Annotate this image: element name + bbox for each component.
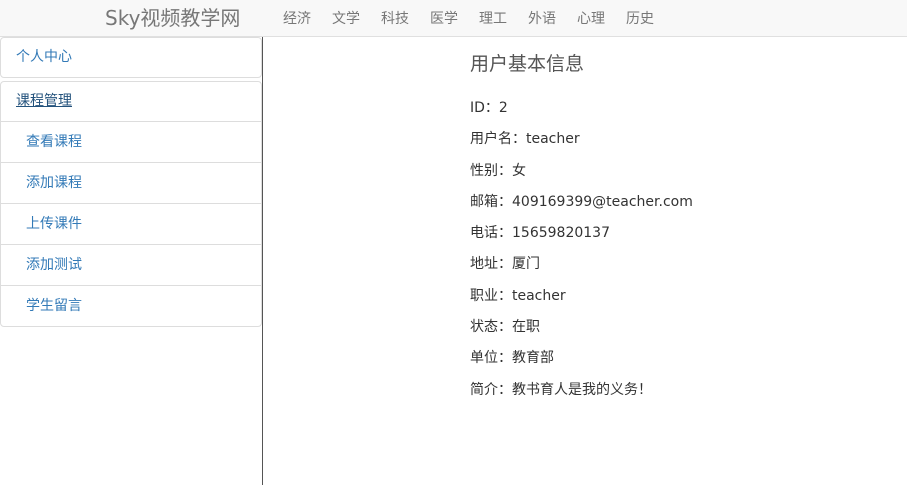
category-nav: 经济 文学 科技 医学 理工 外语 心理 历史 [283, 0, 654, 36]
field-label: 单位： [470, 350, 512, 367]
info-row-organization: 单位：教育部 [470, 347, 693, 378]
field-value: 教书育人是我的义务！ [512, 381, 652, 398]
field-label: 性别： [470, 162, 512, 179]
brand-site-name: 视频教学网 [140, 6, 241, 30]
page-title: 用户基本信息 [470, 53, 585, 75]
nav-link-psychology[interactable]: 心理 [577, 8, 605, 28]
sidebar: 个人中心 课程管理 查看课程 添加课程 上传课件 添加测试 学生留言 [0, 37, 262, 330]
field-label: 状态： [470, 319, 512, 336]
brand-logo-link[interactable]: Sky视频教学网 [105, 6, 240, 30]
info-row-username: 用户名：teacher [470, 128, 693, 159]
info-row-address: 地址：厦门 [470, 253, 693, 284]
field-label: ID： [470, 100, 499, 116]
field-value: 在职 [512, 319, 540, 336]
sidebar-item-view-courses[interactable]: 查看课程 [1, 121, 261, 162]
field-value: teacher [512, 287, 566, 304]
sidebar-item-upload-courseware[interactable]: 上传课件 [1, 203, 261, 244]
nav-link-technology[interactable]: 科技 [381, 8, 409, 28]
info-row-occupation: 职业：teacher [470, 285, 693, 316]
field-label: 邮箱： [470, 193, 512, 210]
field-value: 女 [512, 162, 526, 179]
sidebar-item-personal-center[interactable]: 个人中心 [1, 38, 261, 77]
field-value: 15659820137 [512, 225, 610, 242]
field-label: 电话： [470, 225, 512, 242]
sidebar-item-add-test[interactable]: 添加测试 [1, 244, 261, 285]
nav-link-medicine[interactable]: 医学 [430, 8, 458, 28]
info-row-email: 邮箱：409169399@teacher.com [470, 191, 693, 222]
brand-sky-text: Sky [105, 6, 141, 30]
vertical-divider [262, 37, 263, 485]
top-navbar: Sky视频教学网 经济 文学 科技 医学 理工 外语 心理 历史 [0, 0, 907, 37]
info-row-gender: 性别：女 [470, 160, 693, 191]
field-value: 409169399@teacher.com [512, 193, 693, 210]
info-row-phone: 电话：15659820137 [470, 222, 693, 253]
sidebar-item-add-course[interactable]: 添加课程 [1, 162, 261, 203]
info-row-status: 状态：在职 [470, 316, 693, 347]
nav-link-foreign-languages[interactable]: 外语 [528, 8, 556, 28]
field-label: 简介： [470, 381, 512, 398]
nav-link-history[interactable]: 历史 [626, 8, 654, 28]
field-label: 用户名： [470, 131, 526, 148]
field-value: 厦门 [512, 256, 540, 273]
course-management-panel: 课程管理 查看课程 添加课程 上传课件 添加测试 学生留言 [0, 81, 262, 327]
field-value: 教育部 [512, 350, 554, 367]
nav-link-engineering[interactable]: 理工 [479, 8, 507, 28]
sidebar-item-course-management[interactable]: 课程管理 [1, 82, 261, 121]
personal-center-panel: 个人中心 [0, 37, 262, 78]
field-value: teacher [526, 131, 580, 148]
nav-link-economics[interactable]: 经济 [283, 8, 311, 28]
field-label: 职业： [470, 287, 512, 304]
nav-link-literature[interactable]: 文学 [332, 8, 360, 28]
field-value: 2 [498, 100, 508, 116]
info-row-bio: 简介：教书育人是我的义务！ [470, 379, 693, 410]
sidebar-item-student-messages[interactable]: 学生留言 [1, 285, 261, 326]
user-info-section: 用户基本信息 ID：2 用户名：teacher 性别：女 邮箱：40916939… [470, 51, 693, 410]
info-row-id: ID：2 [470, 97, 693, 128]
field-label: 地址： [470, 256, 512, 273]
